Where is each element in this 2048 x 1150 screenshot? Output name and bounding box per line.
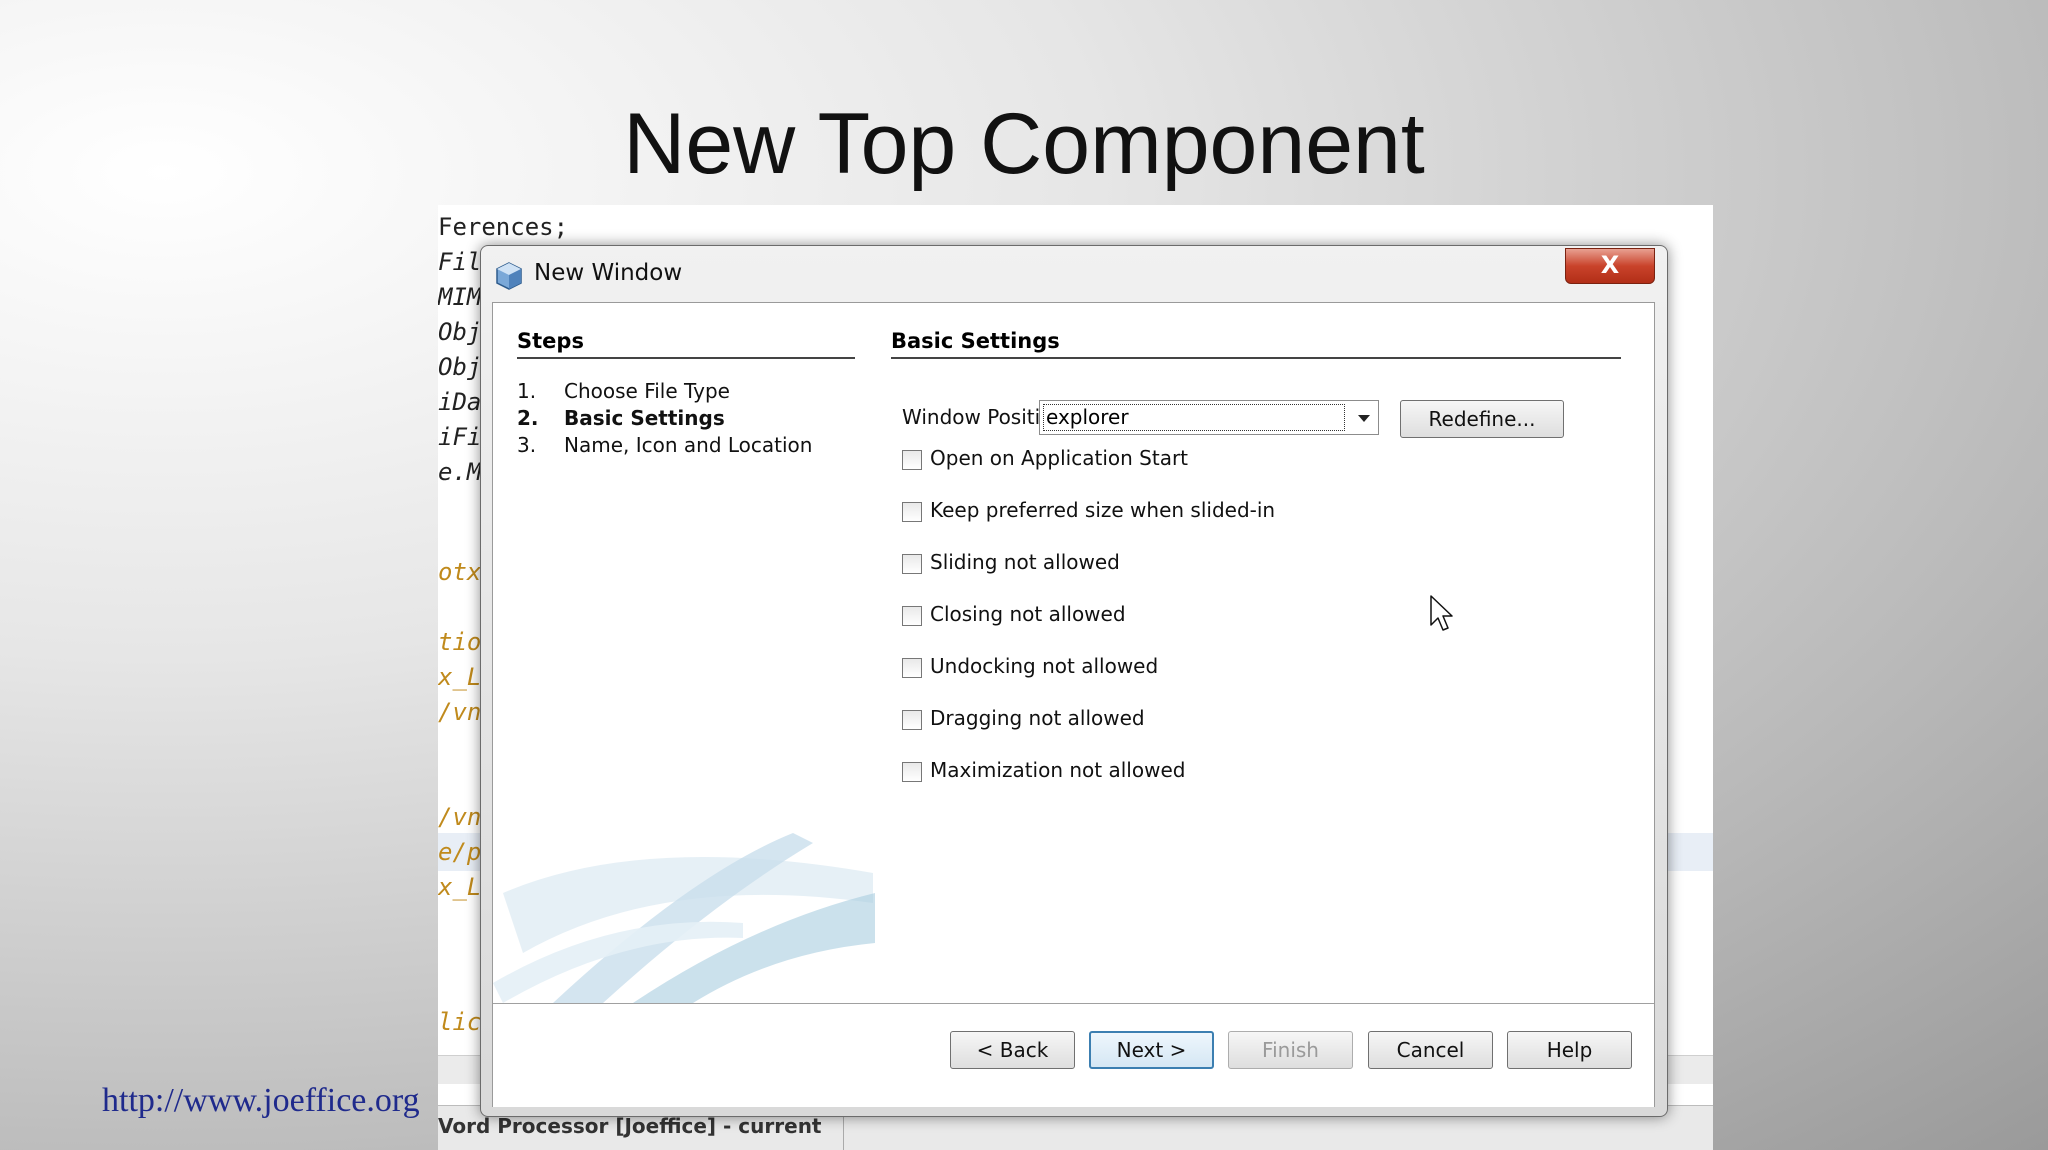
step-item: 3. Name, Icon and Location <box>517 433 812 457</box>
checkbox[interactable] <box>902 761 922 782</box>
dialog-button-bar: < Back Next > Finish Cancel Help <box>493 1003 1654 1107</box>
option-dragging-not-allowed[interactable]: Dragging not allowed <box>902 706 1145 730</box>
redefine-button[interactable]: Redefine... <box>1400 400 1564 438</box>
help-button[interactable]: Help <box>1507 1031 1632 1069</box>
code-line: e/p <box>438 838 482 866</box>
code-line: MIM <box>438 283 482 311</box>
finish-button[interactable]: Finish <box>1228 1031 1353 1069</box>
dialog-title: New Window <box>534 260 683 286</box>
mouse-pointer-icon <box>1430 595 1453 631</box>
code-line: tio <box>438 628 482 656</box>
steps-panel: Steps 1. Choose File Type 2. Basic Setting… <box>493 303 875 1003</box>
step-label: Choose File Type <box>564 379 730 403</box>
option-maximization-not-allowed[interactable]: Maximization not allowed <box>902 758 1185 782</box>
code-line: iDa <box>438 388 482 416</box>
code-line: Obj <box>438 353 482 381</box>
code-line: /vn <box>438 803 482 831</box>
code-line: Fil <box>438 248 482 276</box>
step-label: Basic Settings <box>564 406 725 430</box>
checkbox[interactable] <box>902 709 922 730</box>
checkbox-label: Dragging not allowed <box>930 706 1145 730</box>
checkbox[interactable] <box>902 605 922 626</box>
step-number: 2. <box>517 406 539 430</box>
option-open-on-start[interactable]: Open on Application Start <box>902 446 1188 470</box>
checkbox[interactable] <box>902 449 922 470</box>
checkbox[interactable] <box>902 657 922 678</box>
step-number: 1. <box>517 379 537 403</box>
code-line: iFi <box>438 423 482 451</box>
dialog-client-area: Steps 1. Choose File Type 2. Basic Setting… <box>492 302 1655 1107</box>
close-button[interactable]: X <box>1565 248 1655 284</box>
checkbox-label: Keep preferred size when slided-in <box>930 498 1276 522</box>
taskbar-window-title[interactable]: Vord Processor [Joeffice] - current <box>438 1114 822 1138</box>
step-label: Name, Icon and Location <box>564 433 813 457</box>
checkbox-label: Undocking not allowed <box>930 654 1159 678</box>
checkbox-label: Closing not allowed <box>930 602 1126 626</box>
option-undocking-not-allowed[interactable]: Undocking not allowed <box>902 654 1158 678</box>
steps-heading: Steps <box>517 329 855 359</box>
chevron-down-icon[interactable] <box>1358 415 1370 422</box>
footer-url-link[interactable]: http://www.joeffice.org <box>102 1082 420 1120</box>
netbeans-cube-icon <box>496 262 522 290</box>
step-item: 1. Choose File Type <box>517 379 730 403</box>
step-item-current: 2. Basic Settings <box>517 406 725 430</box>
code-line: e.M <box>438 458 482 486</box>
basic-settings-heading: Basic Settings <box>891 329 1621 359</box>
checkbox-label: Maximization not allowed <box>930 758 1186 782</box>
cancel-button[interactable]: Cancel <box>1368 1031 1493 1069</box>
option-closing-not-allowed[interactable]: Closing not allowed <box>902 602 1126 626</box>
code-line: Obj <box>438 318 482 346</box>
checkbox-label: Sliding not allowed <box>930 550 1120 574</box>
code-line: x_L <box>438 663 482 691</box>
next-button[interactable]: Next > <box>1089 1031 1214 1069</box>
close-icon: X <box>1600 251 1620 279</box>
checkbox[interactable] <box>902 501 922 522</box>
dialog-titlebar[interactable]: New Window X <box>481 246 1667 302</box>
code-line: /vn <box>438 698 482 726</box>
code-line: otx <box>438 558 482 586</box>
checkbox-label: Open on Application Start <box>930 446 1189 470</box>
code-line: x_L <box>438 873 482 901</box>
checkbox[interactable] <box>902 553 922 574</box>
basic-settings-panel: Basic Settings Window Position : explore… <box>875 303 1654 1003</box>
wizard-swoosh-decoration <box>493 833 875 1003</box>
window-position-combobox[interactable]: explorer <box>1039 400 1379 435</box>
window-position-value: explorer <box>1043 404 1345 431</box>
option-sliding-not-allowed[interactable]: Sliding not allowed <box>902 550 1120 574</box>
option-keep-preferred-size[interactable]: Keep preferred size when slided-in <box>902 498 1275 522</box>
back-button[interactable]: < Back <box>950 1031 1075 1069</box>
step-number: 3. <box>517 433 537 457</box>
code-line: lic <box>438 1008 482 1036</box>
code-line: Ferences; <box>438 213 569 241</box>
new-window-dialog: New Window X Steps 1. Choose File Type 2.… <box>480 245 1668 1117</box>
slide-title: New Top Component <box>623 96 1425 192</box>
